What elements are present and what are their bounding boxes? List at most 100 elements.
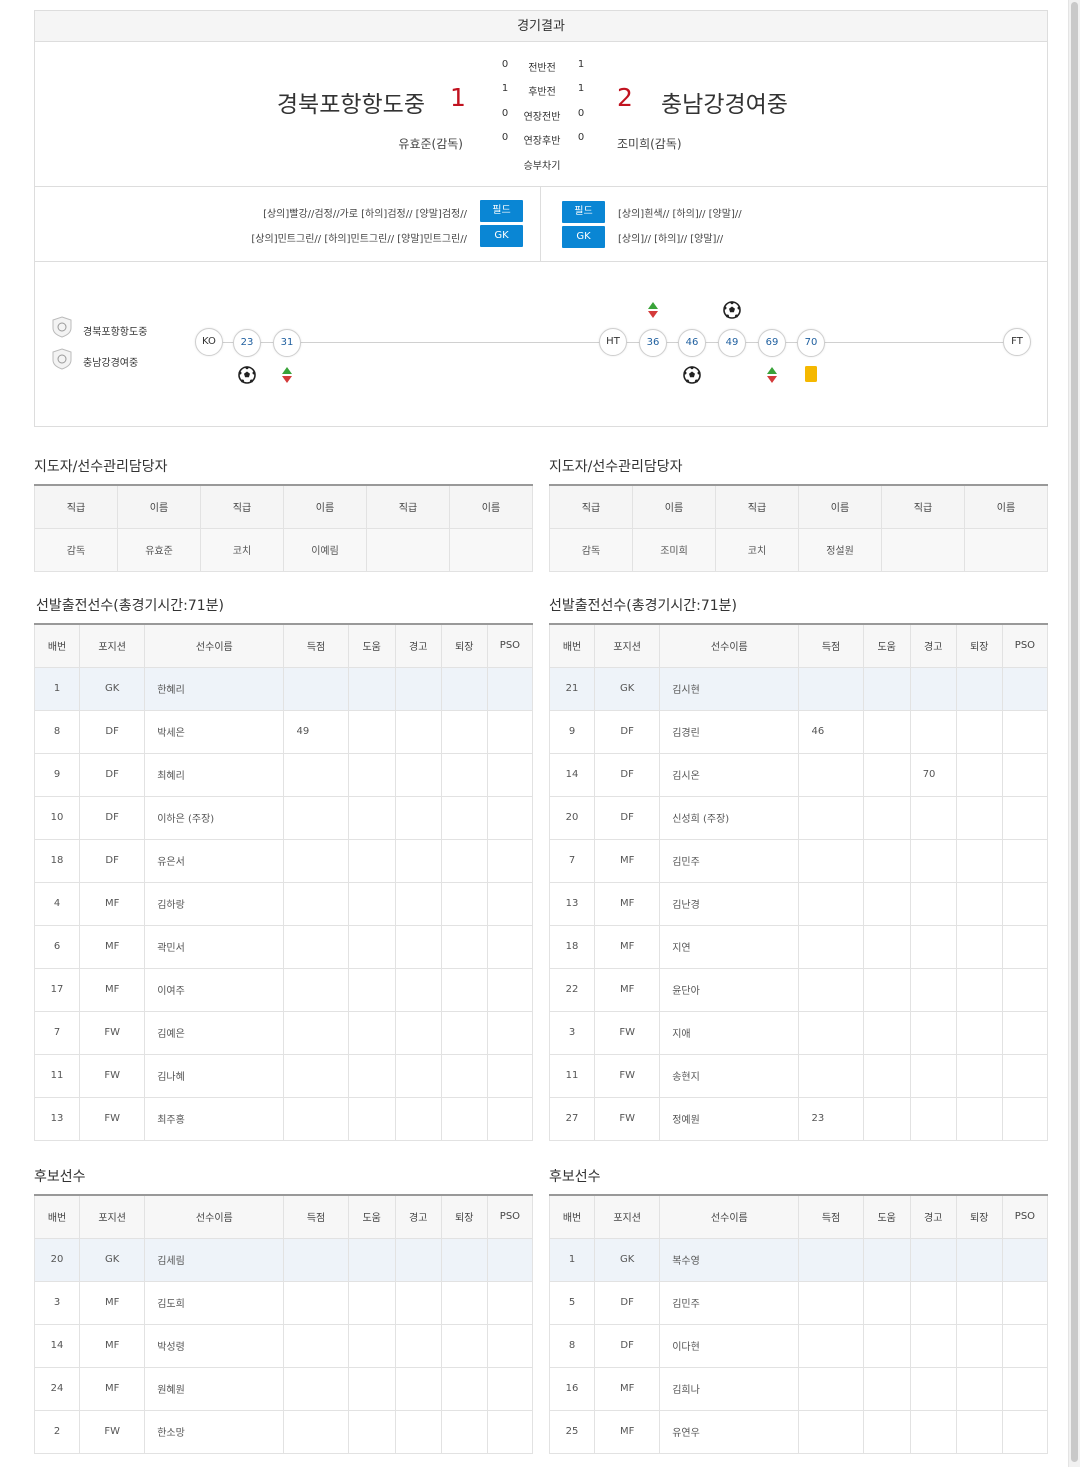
player-name-cell[interactable]: 송현지: [659, 1053, 800, 1098]
column-header: 퇴장: [955, 1194, 1003, 1239]
player-name-cell[interactable]: 김세림: [144, 1237, 285, 1282]
pso-cell: [1001, 881, 1049, 926]
timeline-minute[interactable]: 31: [273, 329, 301, 357]
staff-cell: 감독: [34, 527, 118, 572]
player-name-cell[interactable]: 복수영: [659, 1237, 800, 1282]
player-name-cell[interactable]: 정예원: [659, 1096, 800, 1141]
player-name-cell[interactable]: 한혜리: [144, 666, 285, 711]
pso-cell: [1001, 1010, 1049, 1055]
player-name-cell[interactable]: 김희나: [659, 1366, 800, 1411]
player-name-cell[interactable]: 이여주: [144, 967, 285, 1012]
player-name-cell[interactable]: 한소망: [144, 1409, 285, 1454]
player-name-cell[interactable]: 김하랑: [144, 881, 285, 926]
table-row[interactable]: 21 GK 김시현: [548, 666, 1049, 711]
table-row[interactable]: 22 MF 윤단아: [548, 967, 1049, 1012]
player-name-cell[interactable]: 김도희: [144, 1280, 285, 1325]
player-name-cell[interactable]: 원혜원: [144, 1366, 285, 1411]
player-name-cell[interactable]: 유은서: [144, 838, 285, 883]
away-field-button[interactable]: 필드: [562, 201, 605, 223]
table-row[interactable]: 2 FW 한소망: [33, 1409, 534, 1454]
timeline-minute[interactable]: 46: [678, 329, 706, 357]
player-name-cell[interactable]: 이하은 (주장): [144, 795, 285, 840]
player-name-cell[interactable]: 박성령: [144, 1323, 285, 1368]
table-row[interactable]: 27 FW 정예원 23: [548, 1096, 1049, 1141]
timeline-minute[interactable]: 69: [758, 329, 786, 357]
number-cell: 1: [33, 666, 81, 711]
away-gk-button[interactable]: GK: [562, 226, 605, 248]
ejections-cell: [440, 1096, 488, 1141]
goals-cell: [798, 752, 864, 797]
table-row[interactable]: 6 MF 곽민서: [33, 924, 534, 969]
position-cell: MF: [594, 838, 661, 883]
ejections-cell: [440, 752, 488, 797]
table-row[interactable]: 14 MF 박성령: [33, 1323, 534, 1368]
table-row[interactable]: 4 MF 김하랑: [33, 881, 534, 926]
table-row[interactable]: 3 FW 지애: [548, 1010, 1049, 1055]
timeline-minute[interactable]: 49: [718, 329, 746, 357]
page-scrollbar[interactable]: [1068, 0, 1080, 1467]
table-row[interactable]: 24 MF 원혜원: [33, 1366, 534, 1411]
table-row[interactable]: 5 DF 김민주: [548, 1280, 1049, 1325]
home-gk-button[interactable]: GK: [480, 225, 523, 247]
ejections-cell: [955, 1366, 1003, 1411]
goals-cell: 23: [798, 1096, 864, 1141]
table-row[interactable]: 13 FW 최주홍: [33, 1096, 534, 1141]
table-row[interactable]: 25 MF 유연우: [548, 1409, 1049, 1454]
table-row[interactable]: 7 FW 김예은: [33, 1010, 534, 1055]
home-field-button[interactable]: 필드: [480, 200, 523, 222]
table-row[interactable]: 10 DF 이하은 (주장): [33, 795, 534, 840]
player-name-cell[interactable]: 김예은: [144, 1010, 285, 1055]
cautions-cell: [394, 1053, 442, 1098]
player-name-cell[interactable]: 박세은: [144, 709, 285, 754]
substitution-icon: [648, 302, 658, 318]
table-row[interactable]: 1 GK 한혜리: [33, 666, 534, 711]
table-row[interactable]: 20 DF 신성희 (주장): [548, 795, 1049, 840]
timeline-minute[interactable]: 23: [233, 329, 261, 357]
table-row[interactable]: 16 MF 김희나: [548, 1366, 1049, 1411]
staff-cell: [366, 527, 450, 572]
player-name-cell[interactable]: 김시현: [659, 666, 800, 711]
assists-cell: [862, 1053, 911, 1098]
table-row[interactable]: 9 DF 김경린 46: [548, 709, 1049, 754]
assists-cell: [347, 1096, 396, 1141]
timeline-minute[interactable]: 36: [639, 329, 667, 357]
player-name-cell[interactable]: 김나혜: [144, 1053, 285, 1098]
table-row[interactable]: 7 MF 김민주: [548, 838, 1049, 883]
table-row[interactable]: 9 DF 최혜리: [33, 752, 534, 797]
player-name-cell[interactable]: 김민주: [659, 838, 800, 883]
table-row[interactable]: 3 MF 김도희: [33, 1280, 534, 1325]
player-name-cell[interactable]: 지연: [659, 924, 800, 969]
player-name-cell[interactable]: 최혜리: [144, 752, 285, 797]
away-starters-title: 선발출전선수(총경기시간:71분): [549, 598, 738, 614]
table-row[interactable]: 8 DF 이다현: [548, 1323, 1049, 1368]
timeline-minute[interactable]: 70: [797, 329, 825, 357]
player-name-cell[interactable]: 김난경: [659, 881, 800, 926]
scrollbar-thumb[interactable]: [1071, 2, 1078, 1462]
table-row[interactable]: 13 MF 김난경: [548, 881, 1049, 926]
table-row[interactable]: 17 MF 이여주: [33, 967, 534, 1012]
table-row[interactable]: 11 FW 김나혜: [33, 1053, 534, 1098]
column-header: 배번: [548, 623, 596, 668]
table-row[interactable]: 1 GK 복수영: [548, 1237, 1049, 1282]
player-name-cell[interactable]: 윤단아: [659, 967, 800, 1012]
player-name-cell[interactable]: 최주홍: [144, 1096, 285, 1141]
number-cell: 5: [548, 1280, 596, 1325]
period-home-score: 0: [501, 108, 509, 119]
player-name-cell[interactable]: 이다현: [659, 1323, 800, 1368]
player-name-cell[interactable]: 지애: [659, 1010, 800, 1055]
player-name-cell[interactable]: 유연우: [659, 1409, 800, 1454]
player-name-cell[interactable]: 김시온: [659, 752, 800, 797]
table-row[interactable]: 14 DF 김시온 70: [548, 752, 1049, 797]
cautions-cell: [909, 838, 957, 883]
table-row[interactable]: 18 DF 유은서: [33, 838, 534, 883]
player-name-cell[interactable]: 곽민서: [144, 924, 285, 969]
table-row[interactable]: 20 GK 김세림: [33, 1237, 534, 1282]
table-row[interactable]: 18 MF 지연: [548, 924, 1049, 969]
player-name-cell[interactable]: 김경린: [659, 709, 800, 754]
table-row[interactable]: 11 FW 송현지: [548, 1053, 1049, 1098]
player-name-cell[interactable]: 김민주: [659, 1280, 800, 1325]
player-name-cell[interactable]: 신성희 (주장): [659, 795, 800, 840]
table-row[interactable]: 8 DF 박세은 49: [33, 709, 534, 754]
home-starters-table: 배번 포지션 선수이름 득점 도움 경고 퇴장 PSO 1 GK 한혜리 8 DF 박세은 49 9 DF 최혜리…: [33, 623, 534, 1141]
away-gk-uniform: [상의]// [하의]// [양말]//: [618, 234, 724, 245]
